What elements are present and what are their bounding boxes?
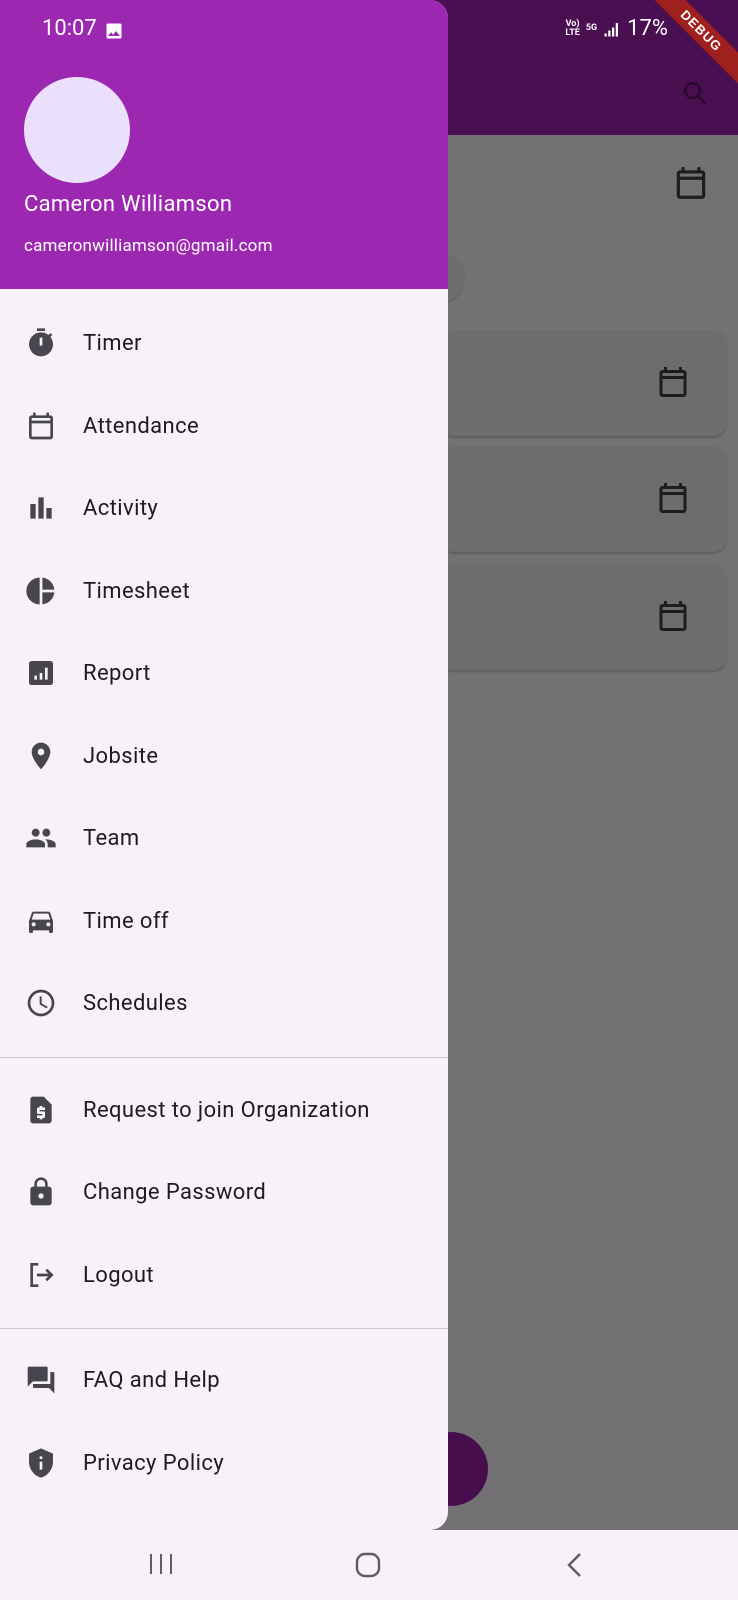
menu-item-label: Privacy Policy bbox=[83, 1450, 225, 1476]
menu-item-schedules[interactable]: Schedules bbox=[0, 962, 448, 1044]
menu-item-label: Time off bbox=[83, 908, 169, 934]
lock-icon bbox=[25, 1176, 57, 1208]
request-document-icon bbox=[25, 1094, 57, 1126]
battery-percent: 17% bbox=[627, 16, 668, 41]
menu-item-faq-help[interactable]: FAQ and Help bbox=[0, 1339, 448, 1421]
menu-item-label: Team bbox=[83, 825, 140, 851]
menu-item-timesheet[interactable]: Timesheet bbox=[0, 550, 448, 632]
status-time: 10:07 bbox=[42, 16, 97, 41]
logout-icon bbox=[25, 1259, 57, 1291]
timer-icon bbox=[25, 327, 57, 359]
forum-icon bbox=[25, 1364, 57, 1396]
clock-icon bbox=[25, 987, 57, 1019]
calendar-icon[interactable] bbox=[672, 164, 710, 202]
calendar-icon bbox=[659, 601, 687, 631]
menu-item-label: FAQ and Help bbox=[83, 1367, 221, 1393]
menu-item-label: Timer bbox=[83, 330, 142, 356]
divider bbox=[0, 1328, 448, 1329]
calendar-icon bbox=[659, 367, 687, 397]
menu-item-label: Schedules bbox=[83, 990, 188, 1016]
menu-item-label: Attendance bbox=[83, 413, 200, 439]
signal-icon bbox=[604, 22, 619, 36]
navigation-drawer: 10:07 Cameron Williamson cameronwilliams… bbox=[0, 0, 448, 1530]
menu-item-privacy-policy[interactable]: Privacy Policy bbox=[0, 1422, 448, 1504]
menu-item-label: Report bbox=[83, 660, 151, 686]
menu-item-activity[interactable]: Activity bbox=[0, 467, 448, 549]
bar-chart-icon bbox=[25, 492, 57, 524]
image-notification-icon bbox=[106, 23, 122, 39]
home-icon[interactable] bbox=[355, 1552, 381, 1578]
menu-item-change-password[interactable]: Change Password bbox=[0, 1151, 448, 1233]
people-icon bbox=[25, 822, 57, 854]
location-pin-icon bbox=[25, 740, 57, 772]
user-email: cameronwilliamson@gmail.com bbox=[24, 236, 273, 256]
menu-item-label: Activity bbox=[83, 495, 159, 521]
menu-item-label: Logout bbox=[83, 1262, 155, 1288]
menu-item-logout[interactable]: Logout bbox=[0, 1234, 448, 1316]
menu-item-time-off[interactable]: Time off bbox=[0, 880, 448, 962]
calendar-icon bbox=[659, 483, 687, 513]
recent-apps-icon[interactable] bbox=[148, 1552, 174, 1576]
menu-item-timer[interactable]: Timer bbox=[0, 302, 448, 384]
menu-item-label: Timesheet bbox=[83, 578, 191, 604]
user-name: Cameron Williamson bbox=[24, 192, 233, 217]
network-type: 5G bbox=[585, 23, 598, 33]
menu-item-attendance[interactable]: Attendance bbox=[0, 385, 448, 467]
menu-item-label: Jobsite bbox=[83, 743, 159, 769]
shield-icon bbox=[25, 1447, 57, 1479]
avatar[interactable] bbox=[24, 77, 130, 183]
menu-item-label: Change Password bbox=[83, 1179, 267, 1205]
divider bbox=[0, 1057, 448, 1058]
background-card bbox=[440, 330, 727, 436]
drawer-header: 10:07 Cameron Williamson cameronwilliams… bbox=[0, 0, 448, 289]
menu-item-jobsite[interactable]: Jobsite bbox=[0, 715, 448, 797]
report-icon bbox=[25, 657, 57, 689]
car-icon bbox=[25, 905, 57, 937]
back-icon[interactable] bbox=[565, 1552, 583, 1578]
menu-item-request-join-organization[interactable]: Request to join Organization bbox=[0, 1069, 448, 1151]
background-card bbox=[440, 564, 727, 670]
pie-chart-icon bbox=[25, 575, 57, 607]
menu-item-label: Request to join Organization bbox=[83, 1097, 370, 1123]
status-indicators: Vo) LTE 5G 17% bbox=[565, 16, 668, 41]
menu-item-report[interactable]: Report bbox=[0, 632, 448, 714]
search-icon[interactable] bbox=[680, 78, 712, 110]
menu-item-team[interactable]: Team bbox=[0, 797, 448, 879]
calendar-icon bbox=[25, 410, 57, 442]
background-card bbox=[440, 446, 727, 552]
system-navigation-bar bbox=[0, 1530, 738, 1600]
volte-indicator: Vo) LTE bbox=[565, 18, 580, 38]
